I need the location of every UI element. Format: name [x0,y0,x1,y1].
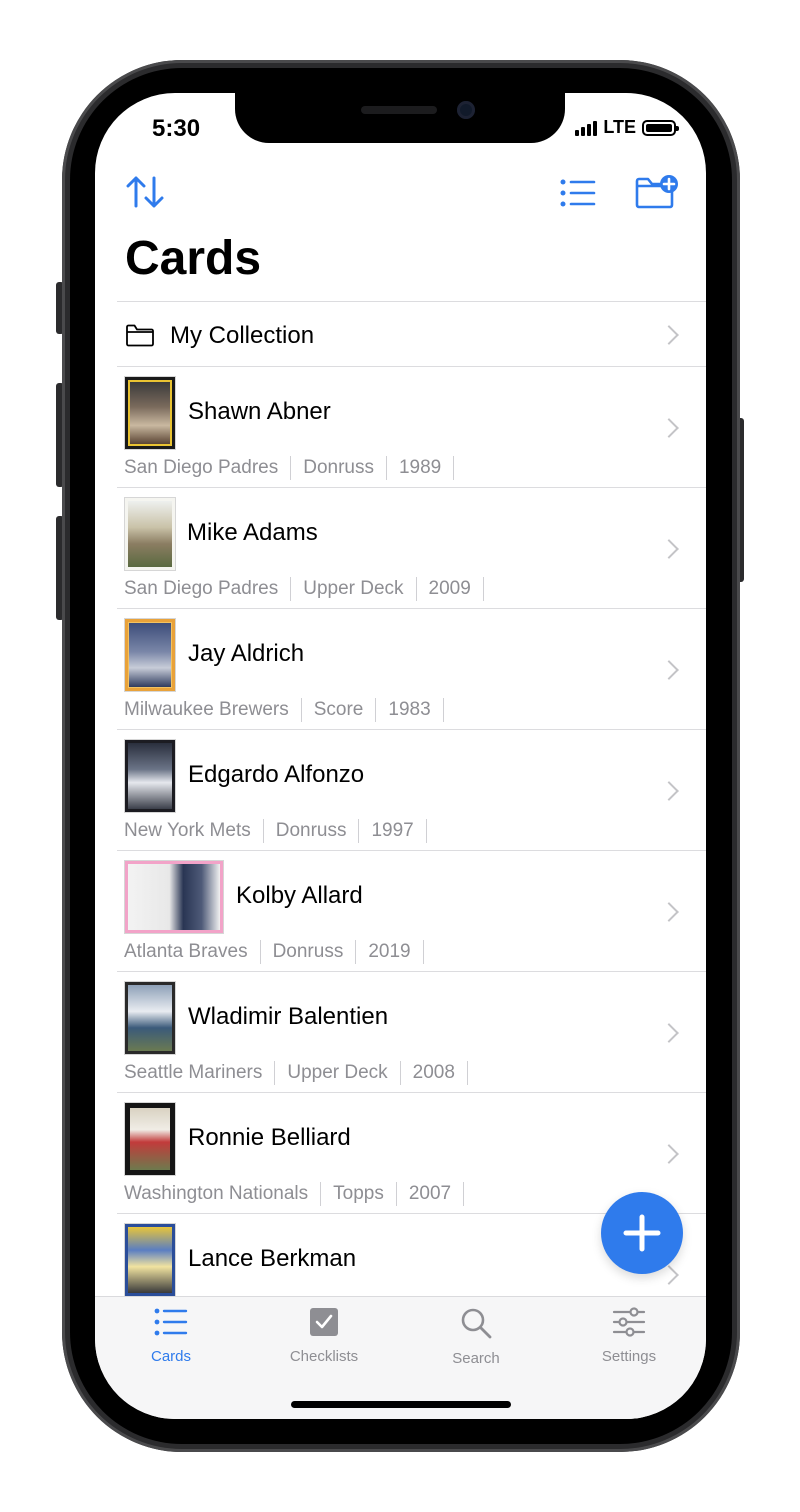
chevron-right-icon [659,325,679,345]
player-name: Wladimir Balentien [188,1003,389,1030]
list-view-button[interactable] [560,179,596,212]
brand-label: Upper Deck [291,577,417,601]
page-title: Cards [125,232,262,285]
brand-label: Score [302,698,377,722]
tab-label: Checklists [289,1348,359,1365]
card-meta: Washington Nationals Topps 2007 [124,1182,465,1206]
card-thumbnail [124,497,176,571]
plus-icon [623,1214,661,1252]
card-meta: San Diego Padres Donruss 1989 [124,456,455,480]
year-label: 2007 [397,1182,465,1206]
list-item[interactable]: Kolby Allard Atlanta Braves Donruss 2019 [117,850,706,971]
tab-search[interactable]: Search [416,1307,536,1367]
search-icon [461,1308,492,1339]
folder-row[interactable]: My Collection [117,301,706,366]
cards-list: My Collection Shawn Abner San Diego Padr… [117,301,706,1334]
chevron-right-icon [659,539,679,559]
speaker-grille [361,106,437,114]
chevron-right-icon [659,781,679,801]
year-label: 1989 [387,456,455,480]
home-indicator[interactable] [291,1401,511,1408]
brand-label: Topps [321,1182,397,1206]
checkbox-icon [310,1308,338,1336]
brand-label: Upper Deck [275,1061,401,1085]
list-icon [560,179,596,207]
chevron-right-icon [659,1144,679,1164]
tab-label: Search [452,1350,500,1367]
team-label: New York Mets [124,819,264,843]
year-label: 2019 [356,940,424,964]
brand-label: Donruss [264,819,360,843]
team-label: Atlanta Braves [124,940,261,964]
year-label: 1997 [359,819,427,843]
list-icon [154,1308,188,1336]
tab-checklists[interactable]: Checklists [264,1307,384,1365]
card-thumbnail [124,739,176,813]
team-label: Milwaukee Brewers [124,698,302,722]
chevron-right-icon [659,1023,679,1043]
player-name: Lance Berkman [188,1245,357,1272]
list-item[interactable]: Shawn Abner San Diego Padres Donruss 198… [117,366,706,487]
signal-icon [575,120,598,136]
card-meta: Milwaukee Brewers Score 1983 [124,698,444,722]
card-meta: San Diego Padres Upper Deck 2009 [124,577,484,601]
year-label: 1983 [376,698,444,722]
card-meta: New York Mets Donruss 1997 [124,819,427,843]
status-time: 5:30 [152,115,201,142]
card-thumbnail [124,618,176,692]
card-meta: Atlanta Braves Donruss 2019 [124,940,424,964]
app-screen: 5:30 LTE Cards My Collection Shawn Abner… [95,93,706,1419]
list-item[interactable]: Jay Aldrich Milwaukee Brewers Score 1983 [117,608,706,729]
year-label: 2008 [401,1061,468,1085]
folder-icon [126,324,154,347]
chevron-right-icon [659,418,679,438]
card-meta: Seattle Mariners Upper Deck 2008 [124,1061,468,1085]
player-name: Shawn Abner [188,398,331,425]
card-thumbnail [124,376,176,450]
card-thumbnail [124,1223,176,1297]
sliders-icon [612,1307,646,1337]
list-item[interactable]: Ronnie Belliard Washington Nationals Top… [117,1092,706,1213]
tab-settings[interactable]: Settings [569,1307,689,1365]
brand-label: Donruss [261,940,357,964]
sort-arrows-icon [126,176,164,208]
chevron-right-icon [659,660,679,680]
chevron-right-icon [659,902,679,922]
camera-icon [457,101,475,119]
folder-plus-icon [635,175,678,209]
team-label: Seattle Mariners [124,1061,276,1085]
tab-label: Settings [601,1348,657,1365]
tab-cards[interactable]: Cards [111,1307,231,1365]
player-name: Mike Adams [187,519,318,546]
player-name: Edgardo Alfonzo [188,761,365,788]
card-thumbnail [124,1102,176,1176]
list-item[interactable]: Edgardo Alfonzo New York Mets Donruss 19… [117,729,706,850]
status-indicators: LTE [575,117,679,138]
network-label: LTE [603,117,636,137]
brand-label: Donruss [291,456,387,480]
folder-label: My Collection [170,322,315,349]
card-thumbnail [124,981,176,1055]
add-card-button[interactable] [601,1192,683,1274]
battery-icon [642,119,679,136]
player-name: Kolby Allard [236,882,363,909]
team-label: Washington Nationals [124,1182,322,1206]
player-name: Jay Aldrich [188,640,305,667]
notch [235,93,565,143]
team-label: San Diego Padres [124,456,292,480]
new-folder-button[interactable] [634,173,680,214]
card-thumbnail [124,860,224,934]
tab-label: Cards [150,1348,191,1365]
sort-button[interactable] [125,175,165,214]
player-name: Ronnie Belliard [188,1124,351,1151]
year-label: 2009 [417,577,484,601]
list-item[interactable]: Mike Adams San Diego Padres Upper Deck 2… [117,487,706,608]
team-label: San Diego Padres [124,577,292,601]
list-item[interactable]: Wladimir Balentien Seattle Mariners Uppe… [117,971,706,1092]
